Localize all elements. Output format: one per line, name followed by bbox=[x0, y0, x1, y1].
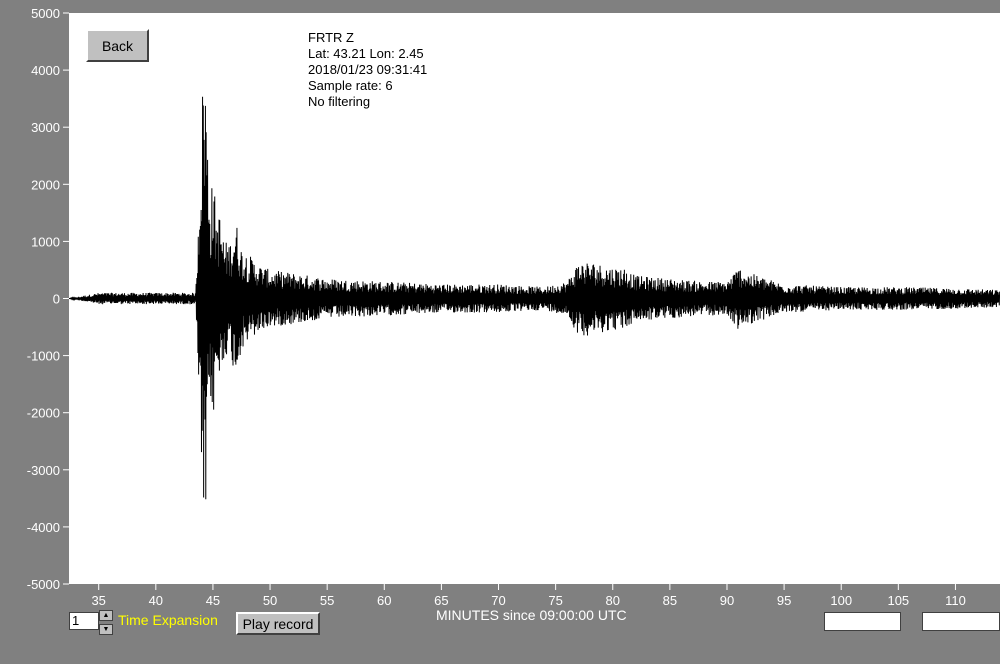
y-tick-label: 5000 bbox=[31, 6, 60, 21]
y-tick-label: 1000 bbox=[31, 234, 60, 249]
sample-rate-label: Sample rate: 6 bbox=[308, 78, 393, 93]
x-axis-title: MINUTES since 09:00:00 UTC bbox=[436, 607, 627, 623]
back-button[interactable]: Back bbox=[86, 29, 149, 62]
x-tick-label: 60 bbox=[377, 593, 391, 608]
x-tick-label: 110 bbox=[945, 593, 966, 608]
datetime-label: 2018/01/23 09:31:41 bbox=[308, 62, 427, 77]
spin-up-icon[interactable]: ▲ bbox=[99, 610, 113, 621]
x-tick-label: 90 bbox=[720, 593, 734, 608]
x-axis: 35 40 45 50 55 60 65 70 75 80 85 90 95 100 105 110 bbox=[91, 584, 966, 608]
spin-down-icon[interactable]: ▼ bbox=[99, 624, 113, 635]
x-tick-label: 45 bbox=[206, 593, 220, 608]
x-tick-label: 100 bbox=[830, 593, 852, 608]
y-axis: 5000 4000 3000 2000 1000 0 -1000 -2000 -3000 -400… bbox=[27, 6, 69, 592]
readout-field-2[interactable] bbox=[922, 612, 1000, 631]
time-expansion-input[interactable]: 1 bbox=[69, 612, 99, 630]
x-tick-label: 35 bbox=[91, 593, 105, 608]
y-tick-label: -4000 bbox=[27, 520, 60, 535]
y-tick-label: 0 bbox=[53, 292, 60, 307]
seismogram-chart: 5000 4000 3000 2000 1000 0 -1000 -2000 -3000 -400… bbox=[27, 6, 1000, 608]
y-tick-label: -3000 bbox=[27, 463, 60, 478]
x-tick-label: 65 bbox=[434, 593, 448, 608]
y-tick-label: -1000 bbox=[27, 349, 60, 364]
y-tick-label: -2000 bbox=[27, 406, 60, 421]
location-label: Lat: 43.21 Lon: 2.45 bbox=[308, 46, 424, 61]
x-tick-label: 95 bbox=[777, 593, 791, 608]
x-tick-label: 50 bbox=[263, 593, 277, 608]
readout-field-1[interactable] bbox=[824, 612, 901, 631]
y-tick-label: 4000 bbox=[31, 63, 60, 78]
x-tick-label: 75 bbox=[548, 593, 562, 608]
x-tick-label: 40 bbox=[149, 593, 163, 608]
y-tick-label: 3000 bbox=[31, 120, 60, 135]
x-tick-label: 105 bbox=[887, 593, 909, 608]
x-tick-label: 85 bbox=[663, 593, 677, 608]
filter-label: No filtering bbox=[308, 94, 370, 109]
station-label: FRTR Z bbox=[308, 30, 354, 45]
x-tick-label: 80 bbox=[606, 593, 620, 608]
y-tick-label: 2000 bbox=[31, 177, 60, 192]
time-expansion-label: Time Expansion bbox=[118, 612, 218, 628]
x-tick-label: 55 bbox=[320, 593, 334, 608]
play-record-button[interactable]: Play record bbox=[236, 612, 320, 635]
x-tick-label: 70 bbox=[491, 593, 505, 608]
y-tick-label: -5000 bbox=[27, 577, 60, 592]
